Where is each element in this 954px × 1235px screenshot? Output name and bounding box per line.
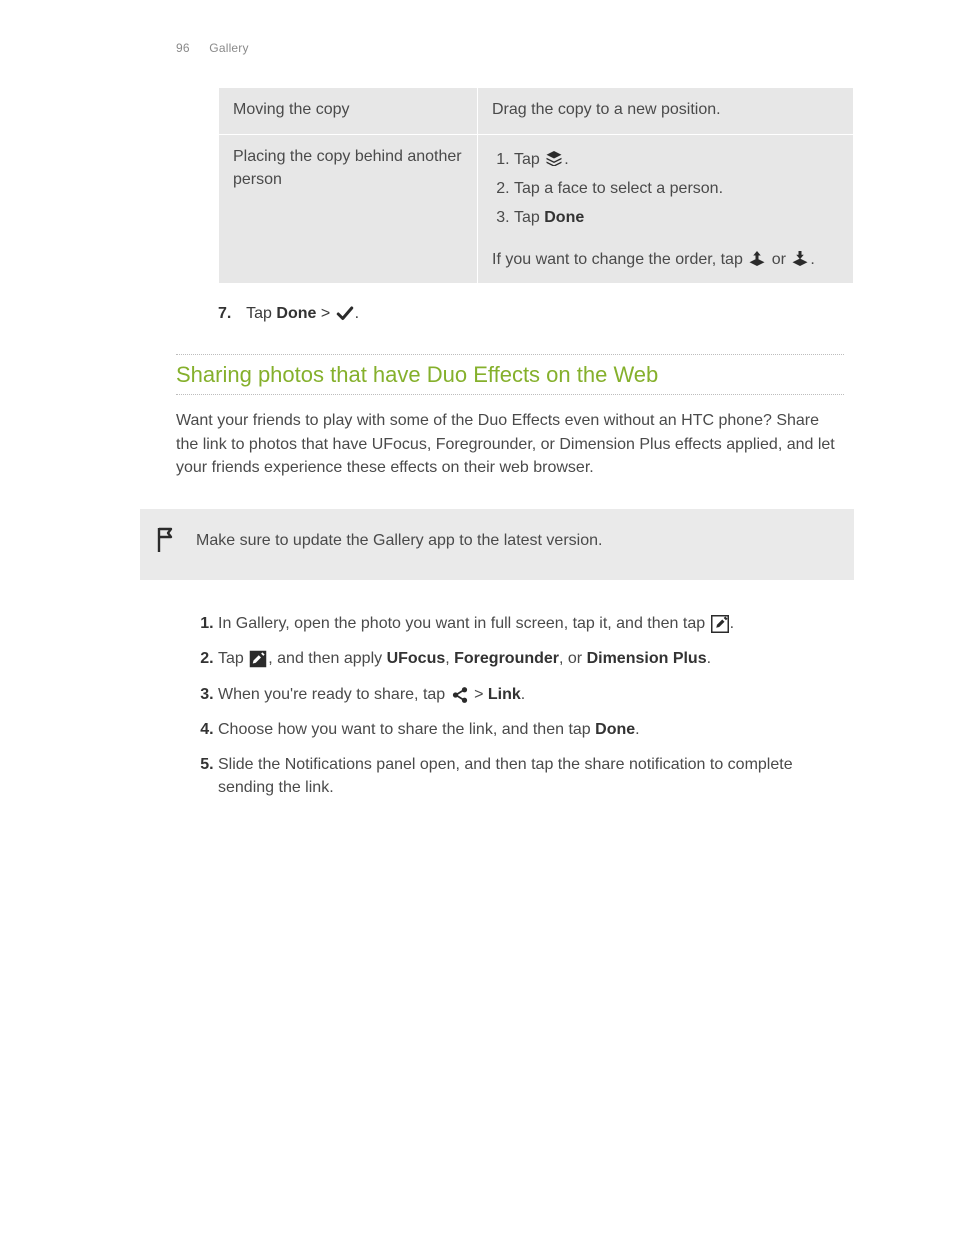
table-cell-label: Moving the copy <box>219 88 478 134</box>
layers-icon <box>545 151 563 167</box>
list-item: Tap , and then apply UFocus, Foregrounde… <box>218 641 844 676</box>
section-title: Sharing photos that have Duo Effects on … <box>176 354 844 396</box>
page-number: 96 <box>176 41 190 55</box>
layer-down-icon <box>791 251 809 267</box>
flag-icon <box>156 527 178 560</box>
layer-up-icon <box>748 251 766 267</box>
action-table: Moving the copy Drag the copy to a new p… <box>218 87 854 284</box>
edit-icon <box>711 615 729 631</box>
intro-paragraph: Want your friends to play with some of t… <box>176 409 844 479</box>
note-text: Make sure to update the Gallery app to t… <box>196 529 602 552</box>
list-item: Tap a face to select a person. <box>514 174 839 203</box>
table-after-text: If you want to change the order, tap or … <box>492 242 839 271</box>
table-cell-desc: Drag the copy to a new position. <box>478 88 854 134</box>
table-sublist: Tap . Tap a face to select a person. Tap… <box>492 145 839 243</box>
list-item: Tap Done <box>514 203 839 232</box>
list-item: When you're ready to share, tap > Link. <box>218 677 844 712</box>
list-item: Choose how you want to share the link, a… <box>218 712 844 747</box>
table-cell-label: Placing the copy behind another person <box>219 134 478 284</box>
step-7: 7. Tap Done > . <box>218 302 954 325</box>
header-section: Gallery <box>209 41 248 55</box>
step-number: 7. <box>218 302 242 325</box>
table-row: Placing the copy behind another person T… <box>219 134 854 284</box>
list-item: Slide the Notifications panel open, and … <box>218 747 844 805</box>
note-card: Make sure to update the Gallery app to t… <box>140 509 854 580</box>
list-item: Tap . <box>514 145 839 174</box>
checkmark-icon <box>336 305 354 321</box>
page-header: 96 Gallery <box>0 40 954 67</box>
list-item: In Gallery, open the photo you want in f… <box>218 606 844 641</box>
table-row: Moving the copy Drag the copy to a new p… <box>219 88 854 134</box>
share-icon <box>451 686 469 702</box>
effects-icon <box>249 650 267 666</box>
steps-list: In Gallery, open the photo you want in f… <box>198 606 844 805</box>
table-cell-desc: Tap . Tap a face to select a person. Tap… <box>478 134 854 284</box>
